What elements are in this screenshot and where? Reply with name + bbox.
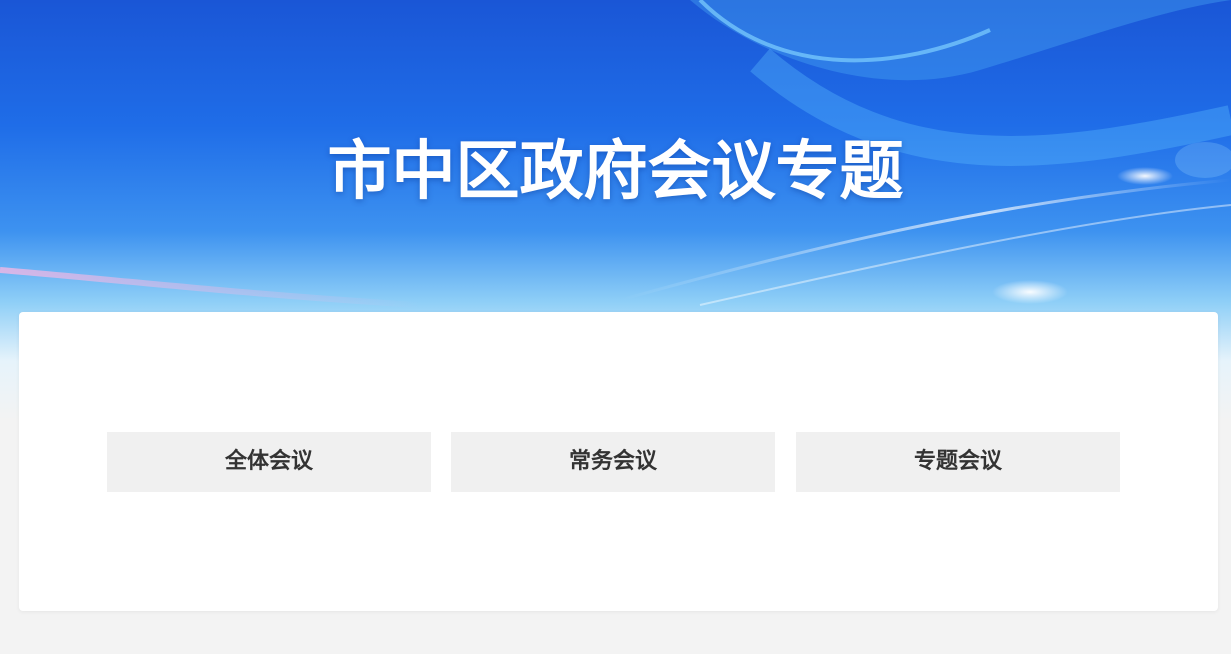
page-title: 市中区政府会议专题 [327, 135, 904, 209]
tab-special-topic-meeting[interactable]: 专题会议 [796, 432, 1120, 492]
tab-executive-meeting[interactable]: 常务会议 [451, 432, 775, 492]
tab-plenary-meeting[interactable]: 全体会议 [107, 432, 431, 492]
meeting-category-card: 全体会议 常务会议 专题会议 [19, 312, 1218, 611]
page: 市中区政府会议专题 全体会议 常务会议 专题会议 [0, 0, 1231, 654]
